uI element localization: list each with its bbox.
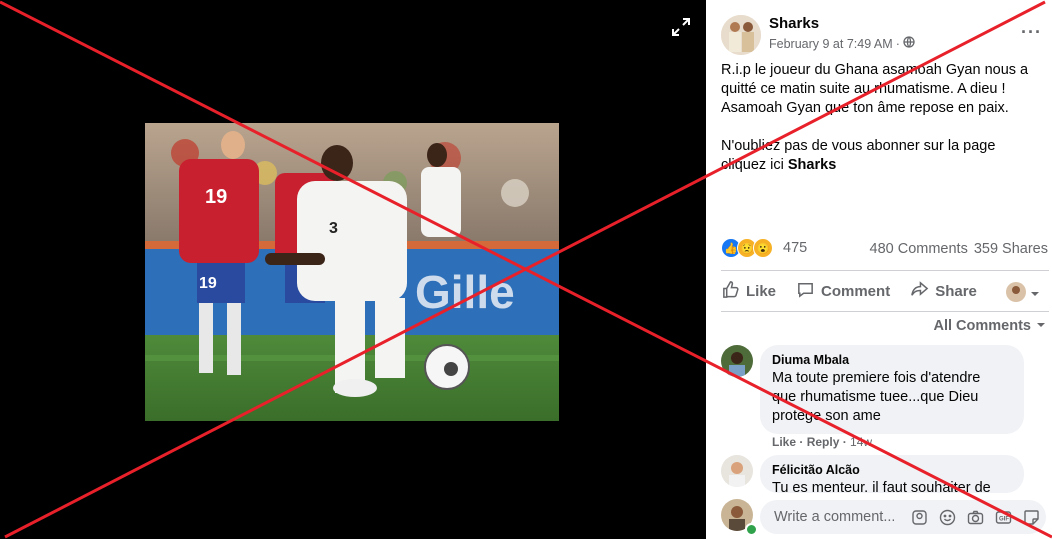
wow-icon: 😮 <box>753 238 773 258</box>
comment-label: Comment <box>821 282 891 300</box>
commenter-avatar[interactable] <box>721 345 753 377</box>
page-name[interactable]: Sharks <box>769 15 819 32</box>
commenter-avatar[interactable] <box>721 455 753 487</box>
comment-icon <box>796 280 815 303</box>
post-meta: February 9 at 7:49 AM · <box>769 36 915 51</box>
reactions-count[interactable]: 475 <box>783 240 807 256</box>
online-indicator <box>745 523 758 536</box>
reactions-summary[interactable]: 👍 😟 😮 475 <box>721 238 807 258</box>
reaction-as-selector[interactable] <box>1006 282 1040 307</box>
chevron-down-icon <box>1036 318 1046 334</box>
like-label: Like <box>746 282 777 300</box>
comment-reply-link[interactable]: Reply <box>807 435 840 449</box>
comment-actions: Like · Reply · 14w <box>772 435 873 449</box>
thumbs-up-icon <box>721 280 740 303</box>
post-photo[interactable]: Gille 19 19 3 <box>145 123 559 421</box>
commenter-name[interactable]: Félicitão Alcão <box>772 463 1012 477</box>
gif-icon[interactable]: GIF <box>995 509 1012 526</box>
sticker-icon[interactable] <box>1023 509 1040 526</box>
post-text-line: R.i.p le joueur du Ghana asamoah Gyan no… <box>721 62 1029 78</box>
more-options-icon[interactable]: ··· <box>1021 22 1042 43</box>
page-avatar[interactable] <box>721 15 761 55</box>
photo-viewer: Gille 19 19 3 <box>0 0 706 539</box>
comment-bubble: Diuma Mbala Ma toute premiere fois d'ate… <box>760 345 1024 434</box>
divider <box>721 270 1049 271</box>
composer-icons: GIF <box>911 509 1040 526</box>
meta-separator: · <box>895 36 900 51</box>
chevron-down-icon <box>1030 286 1040 304</box>
emoji-icon[interactable] <box>939 509 956 526</box>
comment-time[interactable]: 14w <box>850 435 872 449</box>
comment-composer: GIF <box>721 499 1051 536</box>
expand-icon[interactable] <box>671 17 691 37</box>
post-timestamp[interactable]: February 9 at 7:49 AM <box>769 37 893 51</box>
comment-like-link[interactable]: Like <box>772 435 796 449</box>
page-link[interactable]: Sharks <box>788 157 836 173</box>
comment-input-wrapper[interactable]: GIF <box>760 500 1046 534</box>
post-counts: 480 Comments 359 Shares <box>870 241 1049 257</box>
comment-text: Tu es menteur. il faut souhaiter de <box>772 480 991 493</box>
camera-icon[interactable] <box>967 509 984 526</box>
post-text-line: N'oubliez pas de vous abonner sur la pag… <box>721 138 996 154</box>
post-actions: Like Comment Share <box>721 276 1049 306</box>
share-icon <box>910 280 929 303</box>
comment-button[interactable]: Comment <box>796 280 890 303</box>
comment-input[interactable] <box>772 508 896 526</box>
commenter-name[interactable]: Diuma Mbala <box>772 353 1012 367</box>
comment-text: protège son ame <box>772 408 881 424</box>
comments-count[interactable]: 480 Comments <box>870 241 968 257</box>
post-text-line: Asamoah Gyan que ton âme repose en paix. <box>721 100 1009 116</box>
like-button[interactable]: Like <box>721 280 776 303</box>
svg-text:Gille: Gille <box>415 266 515 318</box>
avatar-sticker-icon[interactable] <box>911 509 928 526</box>
comment-bubble: Félicitão Alcão Tu es menteur. il faut s… <box>760 455 1024 493</box>
user-avatar-icon <box>1006 282 1026 307</box>
jersey-number: 19 <box>199 275 217 292</box>
post-text-line: cliquez ici Sharks <box>721 157 837 173</box>
comment-text: que rhumatisme tuee...que Dieu <box>772 389 979 405</box>
jersey-number: 19 <box>205 186 227 208</box>
comments-filter[interactable]: All Comments <box>934 318 1047 334</box>
jersey-number: 3 <box>329 220 338 237</box>
comments-filter-label: All Comments <box>933 318 1032 334</box>
globe-icon <box>903 36 915 51</box>
comment-text: Ma toute premiere fois d'atendre <box>772 370 981 386</box>
svg-text:GIF: GIF <box>999 517 1009 523</box>
shares-count[interactable]: 359 Shares <box>974 241 1048 257</box>
post-panel: Sharks February 9 at 7:49 AM · ··· R.i.p… <box>706 0 1052 539</box>
post-text: R.i.p le joueur du Ghana asamoah Gyan no… <box>721 61 1046 175</box>
post-text-line: quitté ce matin suite au rhumatisme. A d… <box>721 81 1006 97</box>
share-label: Share <box>935 282 977 300</box>
share-button[interactable]: Share <box>910 280 977 303</box>
divider <box>721 311 1049 312</box>
